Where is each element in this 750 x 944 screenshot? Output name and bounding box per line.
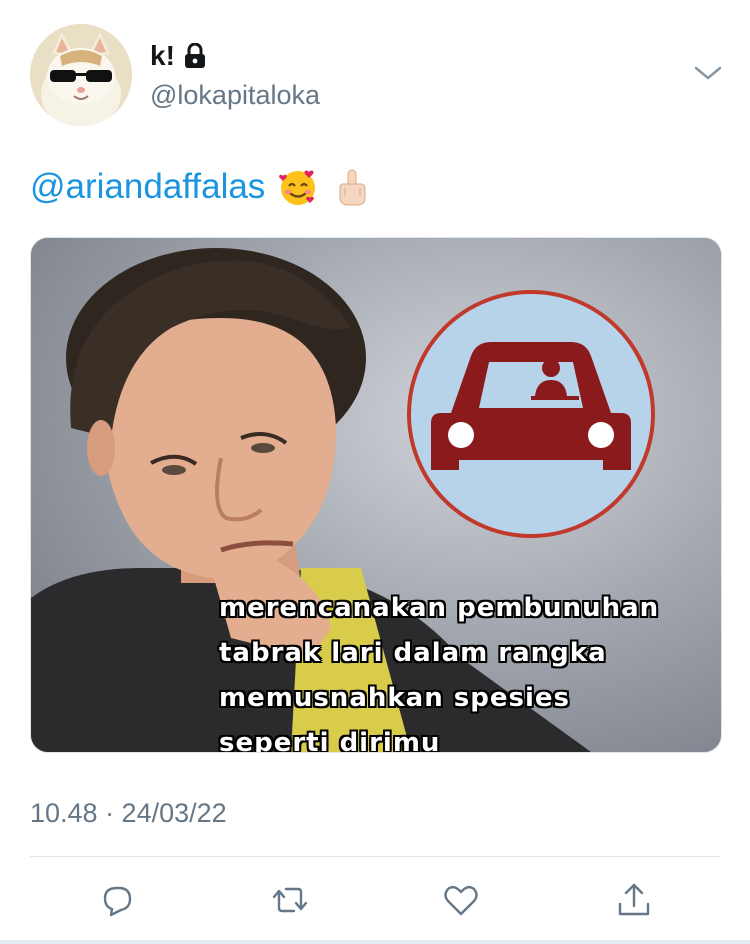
share-icon (618, 883, 650, 916)
caption-line: tabrak lari dalam rangka (219, 638, 607, 668)
share-button[interactable] (614, 880, 654, 920)
caption-line: seperti dirimu (219, 728, 441, 753)
handle[interactable]: @lokapitaloka (150, 80, 320, 111)
like-button[interactable] (441, 880, 481, 920)
display-name-row[interactable]: k! (150, 40, 207, 72)
cat-avatar-icon (30, 24, 132, 126)
heart-icon (444, 885, 478, 916)
tweet-text: @ariandaffalas (30, 166, 373, 208)
lock-icon (183, 42, 207, 69)
display-name[interactable]: k! (150, 40, 175, 72)
reply-icon (103, 886, 132, 917)
bottom-border (0, 940, 750, 944)
chevron-down-icon[interactable] (692, 62, 724, 84)
mention-link[interactable]: @ariandaffalas (30, 166, 265, 208)
avatar[interactable] (30, 24, 132, 126)
timestamp[interactable]: 10.48 · 24/03/22 (30, 798, 227, 829)
tweet-media-image[interactable]: merencanakan pembunuhan tabrak lari dala… (30, 237, 722, 753)
retweet-icon (272, 887, 308, 913)
divider (30, 856, 720, 857)
reply-button[interactable] (97, 880, 137, 920)
caption-line: merencanakan pembunuhan (219, 593, 660, 623)
middle-finger-emoji (331, 166, 373, 208)
action-bar (0, 872, 750, 928)
smiling-face-with-hearts-emoji (277, 166, 319, 208)
meme-caption: merencanakan pembunuhan tabrak lari dala… (219, 586, 719, 753)
caption-line: memusnahkan spesies (219, 683, 570, 713)
retweet-button[interactable] (270, 880, 310, 920)
